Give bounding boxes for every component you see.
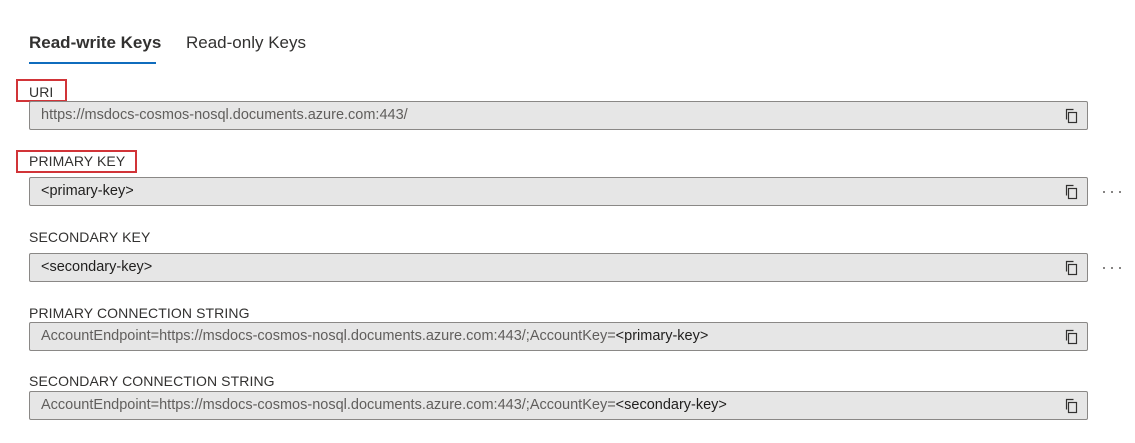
keys-panel: Read-write Keys Read-only Keys URI https… <box>0 0 1135 443</box>
copy-icon[interactable] <box>1063 184 1079 200</box>
more-icon[interactable] <box>1101 184 1123 200</box>
active-tab-indicator <box>29 62 156 64</box>
copy-icon[interactable] <box>1063 329 1079 345</box>
more-icon[interactable] <box>1101 260 1123 276</box>
tab-read-only-keys[interactable]: Read-only Keys <box>186 32 306 54</box>
primary-connection-string-prefix: AccountEndpoint=https://msdocs-cosmos-no… <box>41 328 616 344</box>
secondary-connection-string-field[interactable]: AccountEndpoint=https://msdocs-cosmos-no… <box>29 391 1088 420</box>
primary-connection-string-label: PRIMARY CONNECTION STRING <box>29 305 250 321</box>
primary-key-label: PRIMARY KEY <box>29 153 126 169</box>
secondary-key-label: SECONDARY KEY <box>29 229 151 245</box>
copy-icon[interactable] <box>1063 398 1079 414</box>
primary-key-value: <primary-key> <box>41 183 134 199</box>
secondary-key-field[interactable]: <secondary-key> <box>29 253 1088 282</box>
secondary-connection-string-prefix: AccountEndpoint=https://msdocs-cosmos-no… <box>41 397 616 413</box>
primary-connection-string-key: <primary-key> <box>615 328 709 344</box>
uri-label: URI <box>29 84 54 100</box>
secondary-connection-string-label: SECONDARY CONNECTION STRING <box>29 373 275 389</box>
copy-icon[interactable] <box>1063 108 1079 124</box>
secondary-key-value: <secondary-key> <box>41 259 153 275</box>
uri-value: https://msdocs-cosmos-nosql.documents.az… <box>41 107 408 123</box>
uri-field[interactable]: https://msdocs-cosmos-nosql.documents.az… <box>29 101 1088 130</box>
primary-connection-string-field[interactable]: AccountEndpoint=https://msdocs-cosmos-no… <box>29 322 1088 351</box>
copy-icon[interactable] <box>1063 260 1079 276</box>
secondary-connection-string-key: <secondary-key> <box>615 397 727 413</box>
tab-read-write-keys[interactable]: Read-write Keys <box>29 32 161 54</box>
primary-key-field[interactable]: <primary-key> <box>29 177 1088 206</box>
